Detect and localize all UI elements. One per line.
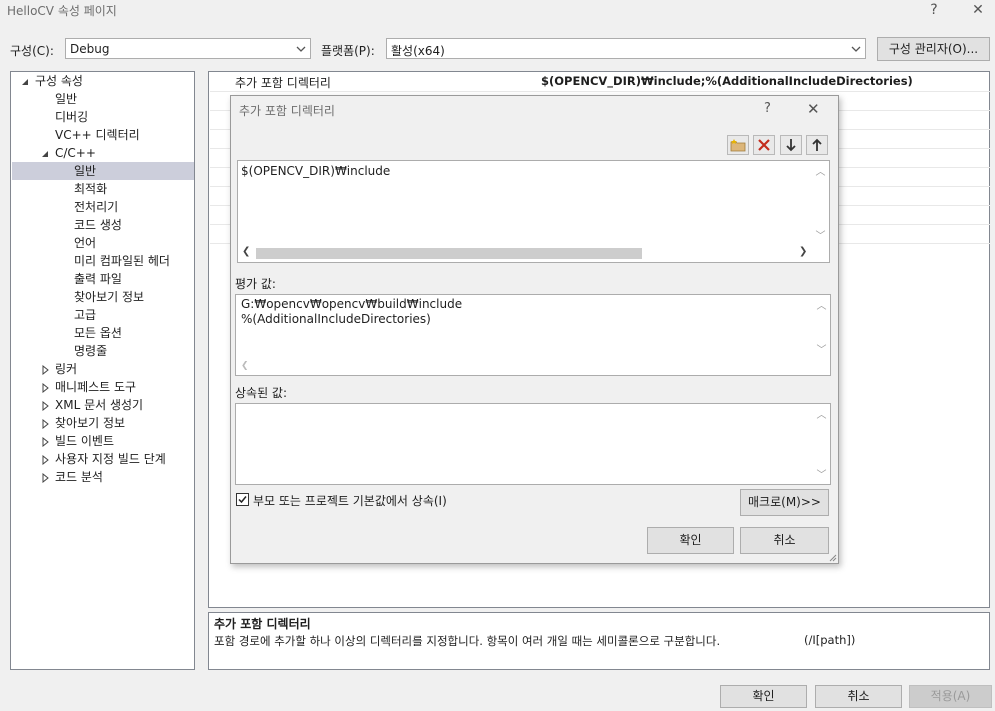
scroll-down-icon[interactable]: ﹀ <box>812 227 829 242</box>
include-dirs-dialog: 추가 포함 디렉터리 ? ✕ $(OPENCV_DIR)₩include ︿ ﹀… <box>230 95 839 564</box>
tree-item-preprocessor[interactable]: 전처리기 <box>74 198 118 216</box>
footer-apply-button[interactable]: 적용(A) <box>909 685 992 708</box>
chevron-down-icon <box>296 46 306 52</box>
vertical-scrollbar[interactable]: ︿ ﹀ <box>813 404 830 484</box>
evaluated-line-2: %(AdditionalIncludeDirectories) <box>241 312 431 326</box>
grid-divider <box>210 91 990 92</box>
tree-item-language[interactable]: 언어 <box>74 234 96 252</box>
delete-button[interactable] <box>753 135 775 155</box>
move-up-button[interactable] <box>806 135 828 155</box>
property-tree: 구성 속성 일반 디버깅 VC++ 디렉터리 C/C++ 일반 최적화 전처리기… <box>10 71 195 670</box>
collapsed-triangle-icon[interactable] <box>40 365 50 375</box>
tree-item-code-analysis[interactable]: 코드 분석 <box>55 468 103 486</box>
dialog-help-button[interactable]: ? <box>764 101 771 116</box>
tree-item-precompiled-headers[interactable]: 미리 컴파일된 헤더 <box>74 252 170 270</box>
dialog-cancel-button[interactable]: 취소 <box>740 527 829 554</box>
grid-property-value[interactable]: $(OPENCV_DIR)₩include;%(AdditionalInclud… <box>541 74 913 88</box>
close-button[interactable]: ✕ <box>963 0 993 22</box>
move-down-button[interactable] <box>780 135 802 155</box>
description-title: 추가 포함 디렉터리 <box>214 617 311 631</box>
footer-ok-button[interactable]: 확인 <box>720 685 807 708</box>
include-dir-entry[interactable]: $(OPENCV_DIR)₩include <box>241 164 390 178</box>
tree-item-custom-build[interactable]: 사용자 지정 빌드 단계 <box>55 450 166 468</box>
footer-cancel-button[interactable]: 취소 <box>815 685 902 708</box>
move-down-icon <box>786 139 796 152</box>
evaluated-label: 평가 값: <box>235 277 276 291</box>
tree-item-command-line[interactable]: 명령줄 <box>74 342 107 360</box>
scroll-left-icon[interactable]: ❮ <box>242 246 250 257</box>
vertical-scrollbar[interactable]: ︿ ﹀ <box>812 161 829 245</box>
inherit-checkbox-label[interactable]: 부모 또는 프로젝트 기본값에서 상속(I) <box>253 492 447 509</box>
expanded-triangle-icon[interactable] <box>20 77 30 87</box>
config-combo[interactable]: Debug <box>65 38 311 59</box>
window-title: HelloCV 속성 페이지 <box>7 4 117 18</box>
evaluated-box: G:₩opencv₩opencv₩build₩include %(Additio… <box>235 294 831 376</box>
collapsed-triangle-icon[interactable] <box>40 437 50 447</box>
tree-item-browse-info-2[interactable]: 찾아보기 정보 <box>55 414 125 432</box>
macro-button[interactable]: 매크로(M)>> <box>740 489 829 516</box>
config-manager-button[interactable]: 구성 관리자(O)... <box>877 37 990 61</box>
collapsed-triangle-icon[interactable] <box>40 455 50 465</box>
tree-item-all-options[interactable]: 모든 옵션 <box>74 324 122 342</box>
dialog-ok-button[interactable]: 확인 <box>647 527 734 554</box>
scroll-up-icon[interactable]: ︿ <box>812 163 829 178</box>
tree-item-xml-doc[interactable]: XML 문서 생성기 <box>55 396 143 414</box>
collapsed-triangle-icon[interactable] <box>40 473 50 483</box>
platform-label: 플랫폼(P): <box>321 44 375 58</box>
description-text: 포함 경로에 추가할 하나 이상의 디렉터리를 지정합니다. 항목이 여러 개일… <box>214 634 721 648</box>
collapsed-triangle-icon[interactable] <box>40 383 50 393</box>
inherit-checkbox[interactable] <box>236 493 249 506</box>
expanded-triangle-icon[interactable] <box>40 149 50 159</box>
config-label: 구성(C): <box>10 44 54 58</box>
tree-item-optimization[interactable]: 최적화 <box>74 180 107 198</box>
scroll-up-icon[interactable]: ︿ <box>813 406 830 421</box>
platform-combo[interactable]: 활성(x64) <box>386 38 866 59</box>
tree-item-cpp-general[interactable]: 일반 <box>74 162 96 180</box>
tree-item-advanced[interactable]: 고급 <box>74 306 96 324</box>
evaluated-line-1: G:₩opencv₩opencv₩build₩include <box>241 297 463 311</box>
tree-item-general[interactable]: 일반 <box>55 90 77 108</box>
window-titlebar: HelloCV 속성 페이지 ? ✕ <box>0 0 995 24</box>
tree-item-vc-directories[interactable]: VC++ 디렉터리 <box>55 126 140 144</box>
tree-selection <box>12 162 194 180</box>
tree-item-debugging[interactable]: 디버깅 <box>55 108 88 126</box>
tree-item-code-generation[interactable]: 코드 생성 <box>74 216 122 234</box>
tree-item-cpp[interactable]: C/C++ <box>55 144 96 162</box>
collapsed-triangle-icon[interactable] <box>40 419 50 429</box>
dialog-close-button[interactable]: ✕ <box>807 100 820 118</box>
help-button[interactable]: ? <box>919 0 949 22</box>
collapsed-triangle-icon[interactable] <box>40 401 50 411</box>
checkmark-icon <box>238 496 247 504</box>
include-dirs-list[interactable]: $(OPENCV_DIR)₩include ︿ ﹀ ❮ ❯ <box>237 160 830 263</box>
tree-root[interactable]: 구성 속성 <box>35 72 83 90</box>
horizontal-scrollbar[interactable]: ❮ ❯ <box>238 245 813 262</box>
tree-item-output-files[interactable]: 출력 파일 <box>74 270 122 288</box>
resize-grip-icon[interactable] <box>827 552 837 562</box>
scroll-right-icon[interactable]: ❯ <box>799 246 807 257</box>
tree-item-build-events[interactable]: 빌드 이벤트 <box>55 432 114 450</box>
new-folder-button[interactable] <box>727 135 749 155</box>
delete-icon <box>758 139 770 151</box>
scroll-down-icon[interactable]: ﹀ <box>813 341 830 356</box>
inherited-label: 상속된 값: <box>235 386 288 400</box>
scrollbar-thumb[interactable] <box>256 248 642 259</box>
tree-item-manifest-tool[interactable]: 매니페스트 도구 <box>55 378 136 396</box>
new-folder-icon <box>730 139 746 152</box>
tree-item-browse-info[interactable]: 찾아보기 정보 <box>74 288 144 306</box>
scroll-down-icon[interactable]: ﹀ <box>813 466 830 481</box>
move-up-icon <box>812 138 822 151</box>
description-switch: (/I[path]) <box>804 633 856 647</box>
platform-value: 활성(x64) <box>391 44 445 58</box>
scroll-up-icon[interactable]: ︿ <box>813 297 830 312</box>
chevron-down-icon <box>851 46 861 52</box>
vertical-scrollbar[interactable]: ︿ ﹀ <box>813 295 830 375</box>
description-panel: 추가 포함 디렉터리 포함 경로에 추가할 하나 이상의 디렉터리를 지정합니다… <box>208 612 990 670</box>
config-value: Debug <box>70 42 110 56</box>
inherited-box: ︿ ﹀ <box>235 403 831 485</box>
dialog-title: 추가 포함 디렉터리 <box>239 104 335 118</box>
tree-item-linker[interactable]: 링커 <box>55 360 77 378</box>
grid-property-name[interactable]: 추가 포함 디렉터리 <box>235 74 331 91</box>
scroll-left-icon[interactable]: ❮ <box>241 361 249 371</box>
